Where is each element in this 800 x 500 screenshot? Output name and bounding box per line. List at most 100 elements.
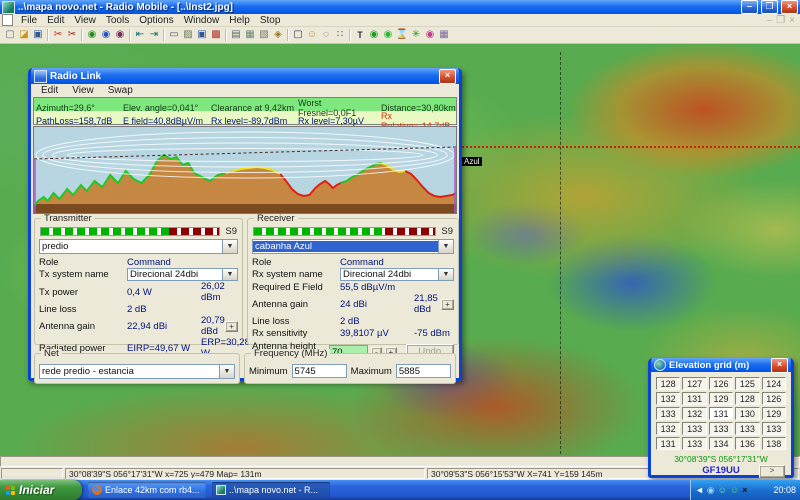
elevation-cell[interactable]: 133 [682, 437, 706, 450]
cut2-icon[interactable]: ✂ [65, 28, 79, 42]
hourglass-icon[interactable]: ⌛ [395, 28, 409, 42]
frequency-max-input[interactable]: 5885 [396, 364, 451, 378]
chevron-down-icon[interactable]: ▼ [438, 240, 453, 253]
elevation-cell[interactable]: 136 [735, 437, 759, 450]
elevation-cell[interactable]: 133 [762, 422, 786, 435]
elevation-cell[interactable]: 126 [709, 377, 733, 390]
menu-view[interactable]: View [69, 15, 101, 26]
tray-ball-icon[interactable]: ◉ [707, 485, 715, 495]
arrow-start-icon[interactable]: ⇤ [133, 28, 147, 42]
elevation-cell[interactable]: 132 [656, 422, 680, 435]
menu-edit[interactable]: Edit [42, 15, 69, 26]
task-button-radio-mobile[interactable]: ..\mapa novo.net - R... [212, 482, 330, 498]
elevation-cell[interactable]: 128 [656, 377, 680, 390]
task-button-browser[interactable]: Enlace 42km com rb4... [88, 482, 206, 498]
elevation-cell[interactable]: 124 [762, 377, 786, 390]
cut-icon[interactable]: ✂ [51, 28, 65, 42]
chevron-down-icon[interactable]: ▼ [222, 269, 237, 280]
elevation-cell[interactable]: 134 [709, 437, 733, 450]
rl-menu-view[interactable]: View [65, 85, 101, 96]
elevation-cell[interactable]: 131 [682, 392, 706, 405]
open-icon[interactable]: ◪ [17, 28, 31, 42]
chevron-down-icon[interactable]: ▼ [222, 240, 237, 253]
elevation-cell[interactable]: 131 [656, 437, 680, 450]
elevation-cell[interactable]: 129 [762, 407, 786, 420]
green-ball-icon[interactable]: ◉ [367, 28, 381, 42]
link-info-row1: Azimuth=29,6° Elev. angle=0,041° Clearan… [34, 98, 456, 111]
elevation-cell[interactable]: 138 [762, 437, 786, 450]
elevation-cell[interactable]: 129 [709, 392, 733, 405]
grid-dots-icon[interactable]: ∷ [333, 28, 347, 42]
elevation-cell[interactable]: 130 [735, 407, 759, 420]
film-icon[interactable]: ▧ [257, 28, 271, 42]
globe-dark-icon[interactable]: ◉ [113, 28, 127, 42]
elevation-cell[interactable]: 133 [682, 422, 706, 435]
frequency-min-input[interactable]: 5745 [292, 364, 347, 378]
radio-link-close-button[interactable]: × [439, 69, 456, 84]
rl-menu-swap[interactable]: Swap [101, 85, 140, 96]
arrow-end-icon[interactable]: ⇥ [147, 28, 161, 42]
print-icon[interactable]: ▤ [229, 28, 243, 42]
tx-unit-combo[interactable]: predio ▼ [39, 239, 238, 254]
tx-system-combo[interactable]: Direcional 24dbi ▼ [127, 268, 238, 281]
selection-icon[interactable]: ◌ [319, 28, 333, 42]
ruler-icon[interactable]: ▦ [437, 28, 451, 42]
picture-red-icon[interactable]: ▩ [209, 28, 223, 42]
window-icon[interactable]: ▭ [167, 28, 181, 42]
picture-icon[interactable]: ▨ [181, 28, 195, 42]
rx-system-combo[interactable]: Direcional 24dbi ▼ [340, 268, 454, 281]
rx-sensitivity-uv: 39,8107 µV [340, 328, 414, 339]
menu-window[interactable]: Window [179, 15, 225, 26]
elevation-cell-center[interactable]: 131 [709, 407, 733, 420]
tray-chevron-icon[interactable]: ◄ [695, 485, 704, 495]
tx-power-dbm: 26,02 dBm [201, 281, 238, 303]
elevation-cell[interactable]: 132 [656, 392, 680, 405]
save-picture-icon[interactable]: ▣ [195, 28, 209, 42]
globe-blue-icon[interactable]: ◉ [99, 28, 113, 42]
elevation-cell[interactable]: 133 [709, 422, 733, 435]
menu-file[interactable]: File [16, 15, 42, 26]
globe-pink-icon[interactable]: ◉ [423, 28, 437, 42]
save-icon[interactable]: ▣ [31, 28, 45, 42]
globe-green-icon[interactable]: ◉ [85, 28, 99, 42]
minimize-button[interactable]: – [741, 0, 758, 14]
elevation-grid-close-button[interactable]: × [771, 358, 788, 373]
child-restore-button[interactable]: ❐ [776, 15, 785, 26]
rx-unit-combo[interactable]: cabanha Azul ▼ [252, 239, 454, 254]
net-combo[interactable]: rede predio - estancia ▼ [39, 364, 235, 379]
tray-messenger2-icon[interactable]: ☺ [730, 485, 739, 495]
export-icon[interactable]: ◈ [271, 28, 285, 42]
menu-help[interactable]: Help [224, 15, 255, 26]
elevation-cell[interactable]: 133 [735, 422, 759, 435]
rx-gain-plus-button[interactable]: + [441, 299, 454, 310]
tray-antivirus-icon[interactable]: × [742, 485, 747, 495]
net-group: Net rede predio - estancia ▼ [34, 353, 240, 384]
tx-gain-plus-button[interactable]: + [225, 321, 238, 332]
elevation-cell[interactable]: 127 [682, 377, 706, 390]
user-icon[interactable]: ☺ [305, 28, 319, 42]
chevron-down-icon[interactable]: ▼ [438, 269, 453, 280]
star-icon[interactable]: ✳ [409, 28, 423, 42]
child-close-button[interactable]: × [789, 15, 795, 26]
elevation-next-button[interactable]: > [759, 465, 785, 478]
elevation-cell[interactable]: 126 [762, 392, 786, 405]
child-minimize-button[interactable]: – [767, 15, 773, 26]
rl-menu-edit[interactable]: Edit [34, 85, 65, 96]
close-button[interactable]: × [781, 0, 798, 14]
copy-icon[interactable]: ▦ [243, 28, 257, 42]
elevation-cell[interactable]: 128 [735, 392, 759, 405]
chevron-down-icon[interactable]: ▼ [219, 365, 234, 378]
text-tool-icon[interactable]: T [353, 28, 367, 42]
menu-tools[interactable]: Tools [101, 15, 134, 26]
elevation-cell[interactable]: 132 [682, 407, 706, 420]
start-button[interactable]: Iniciar [0, 480, 82, 500]
restore-button[interactable]: ❐ [761, 0, 778, 14]
menu-options[interactable]: Options [134, 15, 178, 26]
monitor-icon[interactable]: ▢ [291, 28, 305, 42]
green-ball2-icon[interactable]: ◉ [381, 28, 395, 42]
elevation-cell[interactable]: 133 [656, 407, 680, 420]
menu-stop[interactable]: Stop [255, 15, 286, 26]
tray-messenger-icon[interactable]: ☺ [718, 485, 727, 495]
new-icon[interactable]: ▢ [3, 28, 17, 42]
elevation-cell[interactable]: 125 [735, 377, 759, 390]
